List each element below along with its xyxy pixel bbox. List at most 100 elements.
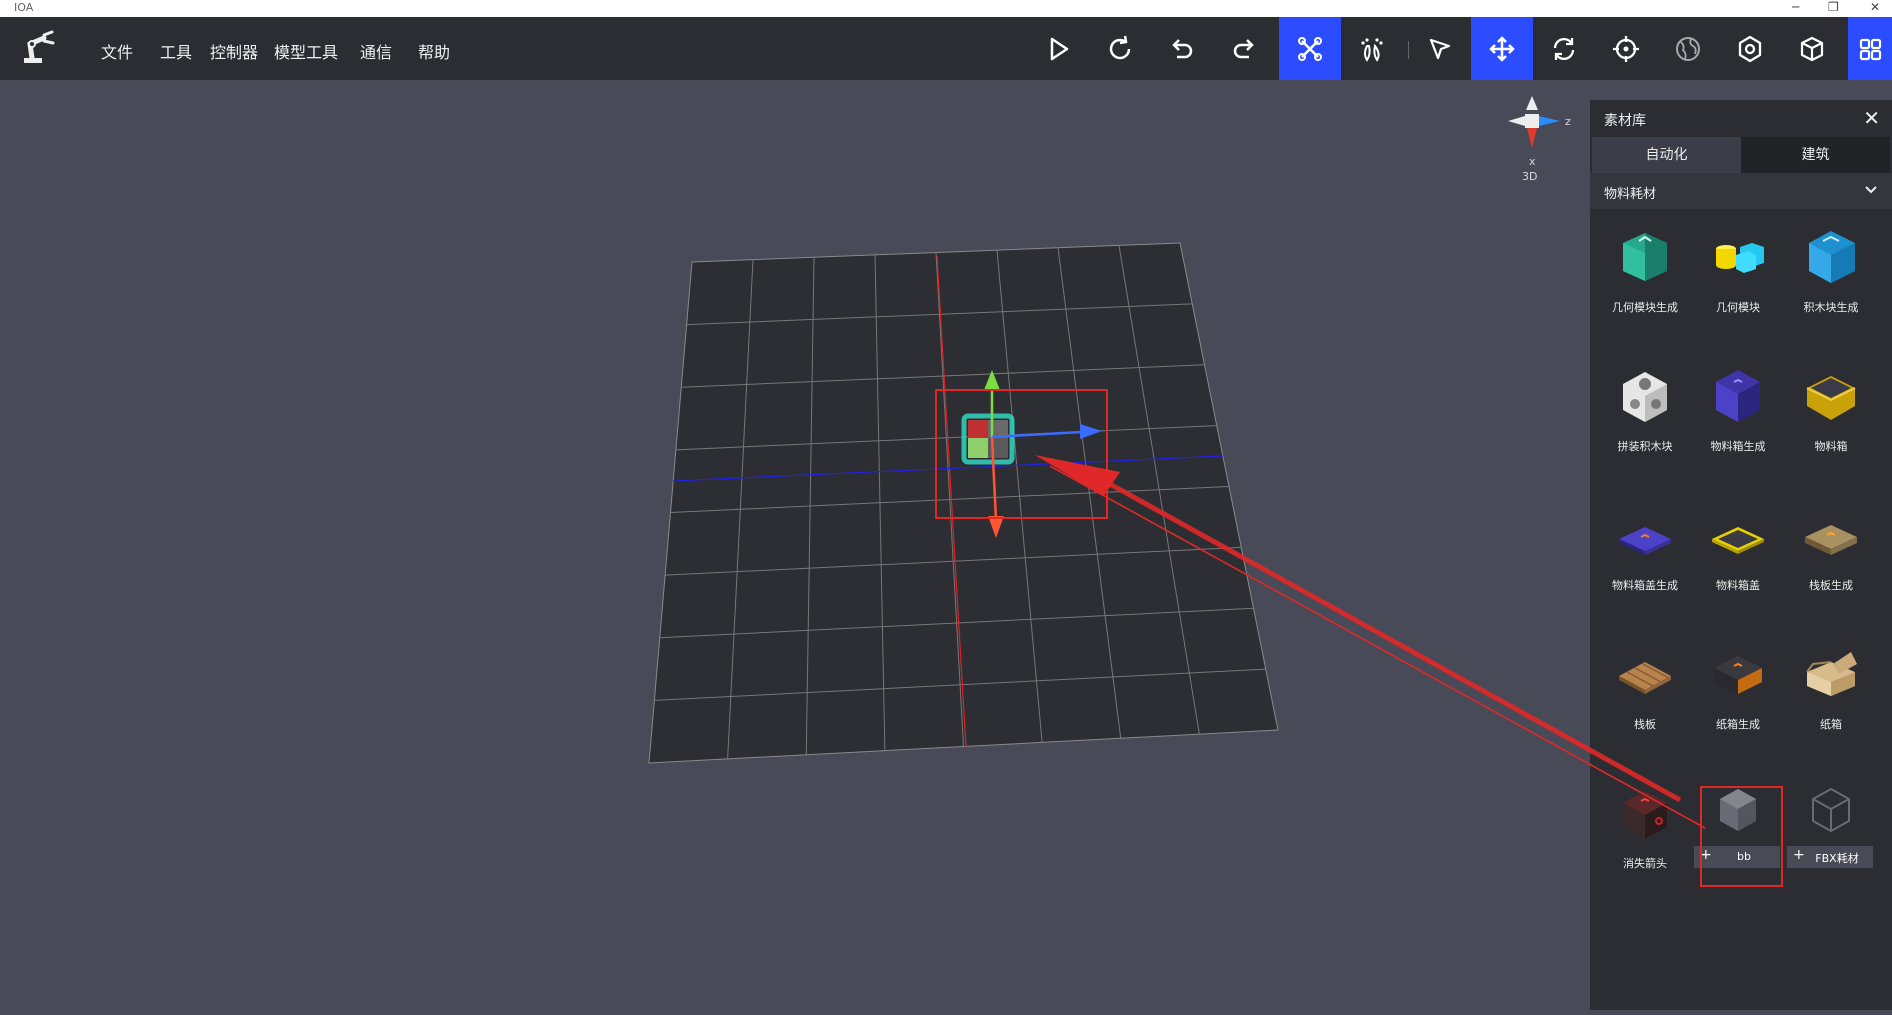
menu-help[interactable]: 帮助 <box>418 39 450 63</box>
material-item[interactable]: 物料箱盖生成 <box>1599 493 1691 618</box>
3d-viewport[interactable]: z x 3D <box>0 80 1590 1015</box>
purple-lid-icon <box>1619 527 1671 555</box>
white-block-icon <box>1623 372 1667 422</box>
red-dark-cube-icon <box>1623 791 1667 839</box>
play-icon <box>1050 37 1069 60</box>
purple-box-icon <box>1716 370 1760 422</box>
material-label: 物料箱盖生成 <box>1612 579 1678 592</box>
main-toolbar: 文件 工具 控制器 模型工具 通信 帮助 <box>0 17 1892 80</box>
material-item[interactable]: 纸箱 <box>1785 632 1877 757</box>
rotate-icon <box>1553 37 1575 60</box>
orientation-cube <box>1525 114 1539 128</box>
plus-icon: + <box>1793 847 1805 863</box>
gizmo-z-label: z <box>1565 115 1571 128</box>
menu-file[interactable]: 文件 <box>101 39 133 63</box>
wood-pallet-icon <box>1619 662 1671 694</box>
open-carton-icon <box>1806 652 1857 696</box>
undo-icon <box>1172 38 1193 58</box>
material-label: 纸箱生成 <box>1716 718 1760 731</box>
footprint-icon <box>1361 37 1383 62</box>
blue-box-icon <box>1809 231 1855 283</box>
yellow-open-box-icon <box>1806 376 1856 420</box>
teal-box-icon <box>1623 233 1667 281</box>
chevron-down-icon <box>1865 186 1877 194</box>
dark-carton-icon <box>1714 656 1762 694</box>
target-icon <box>1613 35 1639 62</box>
redo-icon <box>1233 38 1254 58</box>
restore-button[interactable]: ❐ <box>1828 0 1839 14</box>
custom-material-fbx[interactable]: + FBX耗材 <box>1785 771 1877 896</box>
material-label: 栈板 <box>1634 718 1656 731</box>
view-mode-label: 3D <box>1522 170 1537 183</box>
material-item[interactable]: 物料箱 <box>1785 354 1877 479</box>
redo-button[interactable] <box>1213 17 1275 80</box>
select-arrow-icon <box>1429 38 1451 59</box>
panel-header: 素材库 ✕ <box>1590 100 1892 137</box>
robot-arm-logo-icon <box>24 30 55 63</box>
play-button[interactable] <box>1027 17 1089 80</box>
minimize-button[interactable]: ─ <box>1792 0 1799 14</box>
material-label: 几何模块生成 <box>1612 301 1678 314</box>
material-item[interactable]: 几何模块生成 <box>1599 215 1691 340</box>
globe-button[interactable] <box>1657 17 1719 80</box>
category-label: 物料耗材 <box>1604 187 1657 202</box>
settings-icon <box>1738 35 1762 62</box>
tab-automation[interactable]: 自动化 <box>1592 137 1741 173</box>
window-titlebar: IOA ─ ❐ ✕ <box>0 0 1892 17</box>
outline-cube-icon <box>1812 788 1850 832</box>
menu-communication[interactable]: 通信 <box>360 39 392 63</box>
refresh-icon <box>1109 35 1131 59</box>
drone-button[interactable] <box>1279 17 1341 80</box>
window-title: IOA <box>14 1 34 14</box>
yellow-lid-icon <box>1712 527 1764 554</box>
material-label: 纸箱 <box>1820 718 1842 731</box>
material-item[interactable]: 拼装积木块 <box>1599 354 1691 479</box>
undo-button[interactable] <box>1151 17 1213 80</box>
box-icon <box>1800 36 1824 61</box>
rotate-button[interactable] <box>1533 17 1595 80</box>
add-button-label: FBX耗材 <box>1815 852 1859 865</box>
yellow-cyan-shapes-icon <box>1716 243 1764 273</box>
orientation-gizmo[interactable]: z x 3D <box>1508 96 1571 183</box>
material-label: 物料箱生成 <box>1710 440 1766 453</box>
material-item[interactable]: 消失箭头 <box>1599 771 1691 896</box>
grid-button[interactable] <box>1848 17 1892 80</box>
tab-architecture[interactable]: 建筑 <box>1741 137 1890 173</box>
annotation-highlight-cube <box>935 389 1108 519</box>
refresh-button[interactable] <box>1089 17 1151 80</box>
add-fbx-button[interactable]: + FBX耗材 <box>1787 846 1873 868</box>
material-label: 几何模块 <box>1716 301 1760 314</box>
material-item[interactable]: 几何模块 <box>1692 215 1784 340</box>
material-item[interactable]: 物料箱盖 <box>1692 493 1784 618</box>
material-item[interactable]: 纸箱生成 <box>1692 632 1784 757</box>
material-label: 拼装积木块 <box>1617 440 1673 453</box>
move-icon <box>1489 35 1515 62</box>
material-label: 消失箭头 <box>1623 857 1667 870</box>
grid-icon <box>1859 38 1882 60</box>
menu-tools[interactable]: 工具 <box>160 39 192 63</box>
menu-model-tools[interactable]: 模型工具 <box>274 39 338 63</box>
drone-icon <box>1298 36 1322 61</box>
material-item[interactable]: 积木块生成 <box>1785 215 1877 340</box>
material-label: 栈板生成 <box>1809 579 1853 592</box>
close-window-button[interactable]: ✕ <box>1870 0 1880 14</box>
select-button[interactable] <box>1409 17 1471 80</box>
move-button[interactable] <box>1471 17 1533 80</box>
target-button[interactable] <box>1595 17 1657 80</box>
tan-pallet-icon <box>1805 525 1857 555</box>
material-item[interactable]: 栈板 <box>1599 632 1691 757</box>
category-header[interactable]: 物料耗材 <box>1590 173 1892 209</box>
settings-button[interactable] <box>1719 17 1781 80</box>
gizmo-x-label: x <box>1529 155 1536 168</box>
menu-controller[interactable]: 控制器 <box>210 39 258 63</box>
material-item[interactable]: 栈板生成 <box>1785 493 1877 618</box>
close-icon[interactable]: ✕ <box>1863 106 1880 130</box>
footprint-button[interactable] <box>1341 17 1403 80</box>
material-item[interactable]: 物料箱生成 <box>1692 354 1784 479</box>
material-label: 物料箱 <box>1814 440 1848 453</box>
material-label: 物料箱盖 <box>1716 579 1760 592</box>
annotation-highlight-bb <box>1700 786 1783 887</box>
panel-title: 素材库 <box>1604 113 1646 129</box>
box-button[interactable] <box>1781 17 1843 80</box>
material-label: 积木块生成 <box>1803 301 1859 314</box>
